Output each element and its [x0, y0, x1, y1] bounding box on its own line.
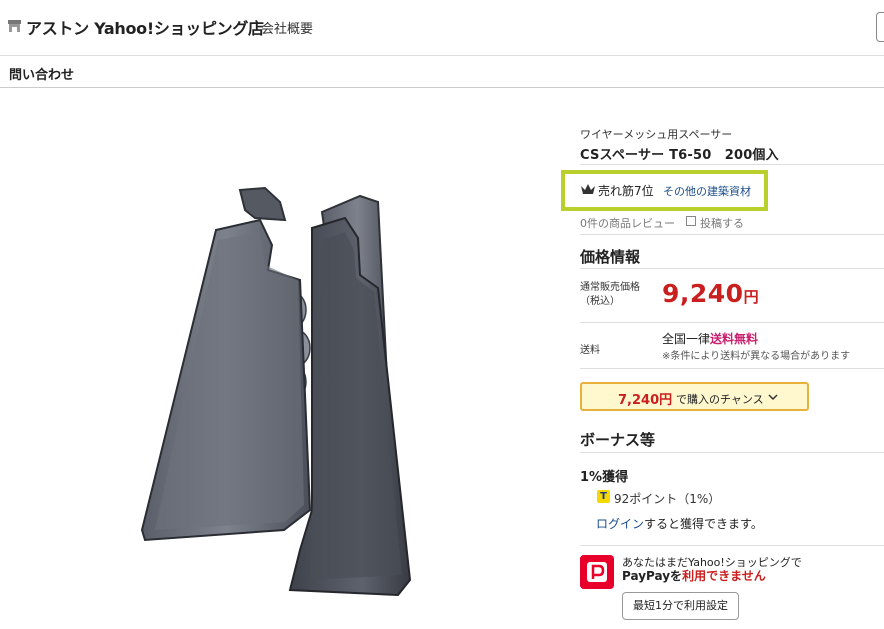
divider: [580, 234, 884, 235]
divider: [580, 268, 884, 269]
paypay-status-a: PayPayを: [622, 569, 683, 583]
paypay-setup-button[interactable]: 最短1分で利用設定: [622, 592, 739, 620]
chance-text: で購入のチャンス: [676, 393, 764, 406]
product-subtitle: ワイヤーメッシュ用スペーサー: [580, 128, 733, 141]
divider: [580, 545, 884, 546]
chance-price: 7,240円: [618, 393, 673, 408]
divider: [580, 322, 884, 323]
sales-rank: 売れ筋7位: [598, 184, 654, 198]
shipping-text: 全国一律送料無料: [662, 330, 758, 347]
rank-category-link[interactable]: その他の建築資材: [663, 183, 751, 199]
regular-price-label: 通常販売価格（税込）: [580, 282, 640, 307]
price-number: 9,240: [662, 279, 744, 308]
sub-nav: 問い合わせ: [0, 56, 884, 88]
review-count[interactable]: 0件の商品レビュー: [580, 215, 675, 231]
shipping-free: 送料無料: [710, 332, 759, 346]
chevron-down-icon: [768, 394, 778, 401]
store-name[interactable]: アストン Yahoo!ショッピング店: [26, 15, 264, 39]
product-title: CSスペーサー T6-50 200個入: [580, 148, 779, 163]
price-unit: 円: [743, 288, 760, 306]
store-header: アストン Yahoo!ショッピング店 会社概要: [0, 0, 884, 56]
earn-rate: 1%獲得: [580, 470, 629, 485]
login-link[interactable]: ログイン: [596, 517, 644, 531]
paypay-status: PayPayを利用できません: [622, 567, 766, 584]
price-info-heading: 価格情報: [580, 248, 641, 266]
product-image[interactable]: [60, 110, 530, 629]
login-prompt: ログインすると獲得できます。: [596, 515, 763, 532]
company-profile-link[interactable]: 会社概要: [261, 18, 313, 37]
crown-icon: [581, 184, 595, 194]
post-review-link[interactable]: 投稿する: [700, 215, 744, 231]
shipping-prefix: 全国一律: [662, 332, 711, 346]
divider: [580, 368, 884, 369]
paypay-status-b: 利用できません: [682, 569, 766, 583]
shipping-label: 送料: [580, 345, 600, 356]
divider: [580, 164, 884, 165]
inquiry-link[interactable]: 問い合わせ: [9, 64, 74, 83]
store-icon: [8, 20, 21, 32]
purchase-chance-button[interactable]: 7,240円 で購入のチャンス: [580, 382, 809, 411]
points-value: 92ポイント（1%）: [614, 492, 721, 506]
paypay-icon: [580, 555, 614, 589]
pencil-icon: [686, 216, 696, 226]
header-search-box[interactable]: [876, 12, 884, 42]
bonus-heading: ボーナス等: [580, 431, 656, 449]
shipping-note: ※条件により送料が異なる場合があります: [662, 351, 851, 362]
login-rest: すると獲得できます。: [644, 517, 763, 531]
t-point-icon: T: [597, 490, 610, 503]
price: 9,240円: [662, 279, 759, 308]
divider: [580, 452, 884, 453]
